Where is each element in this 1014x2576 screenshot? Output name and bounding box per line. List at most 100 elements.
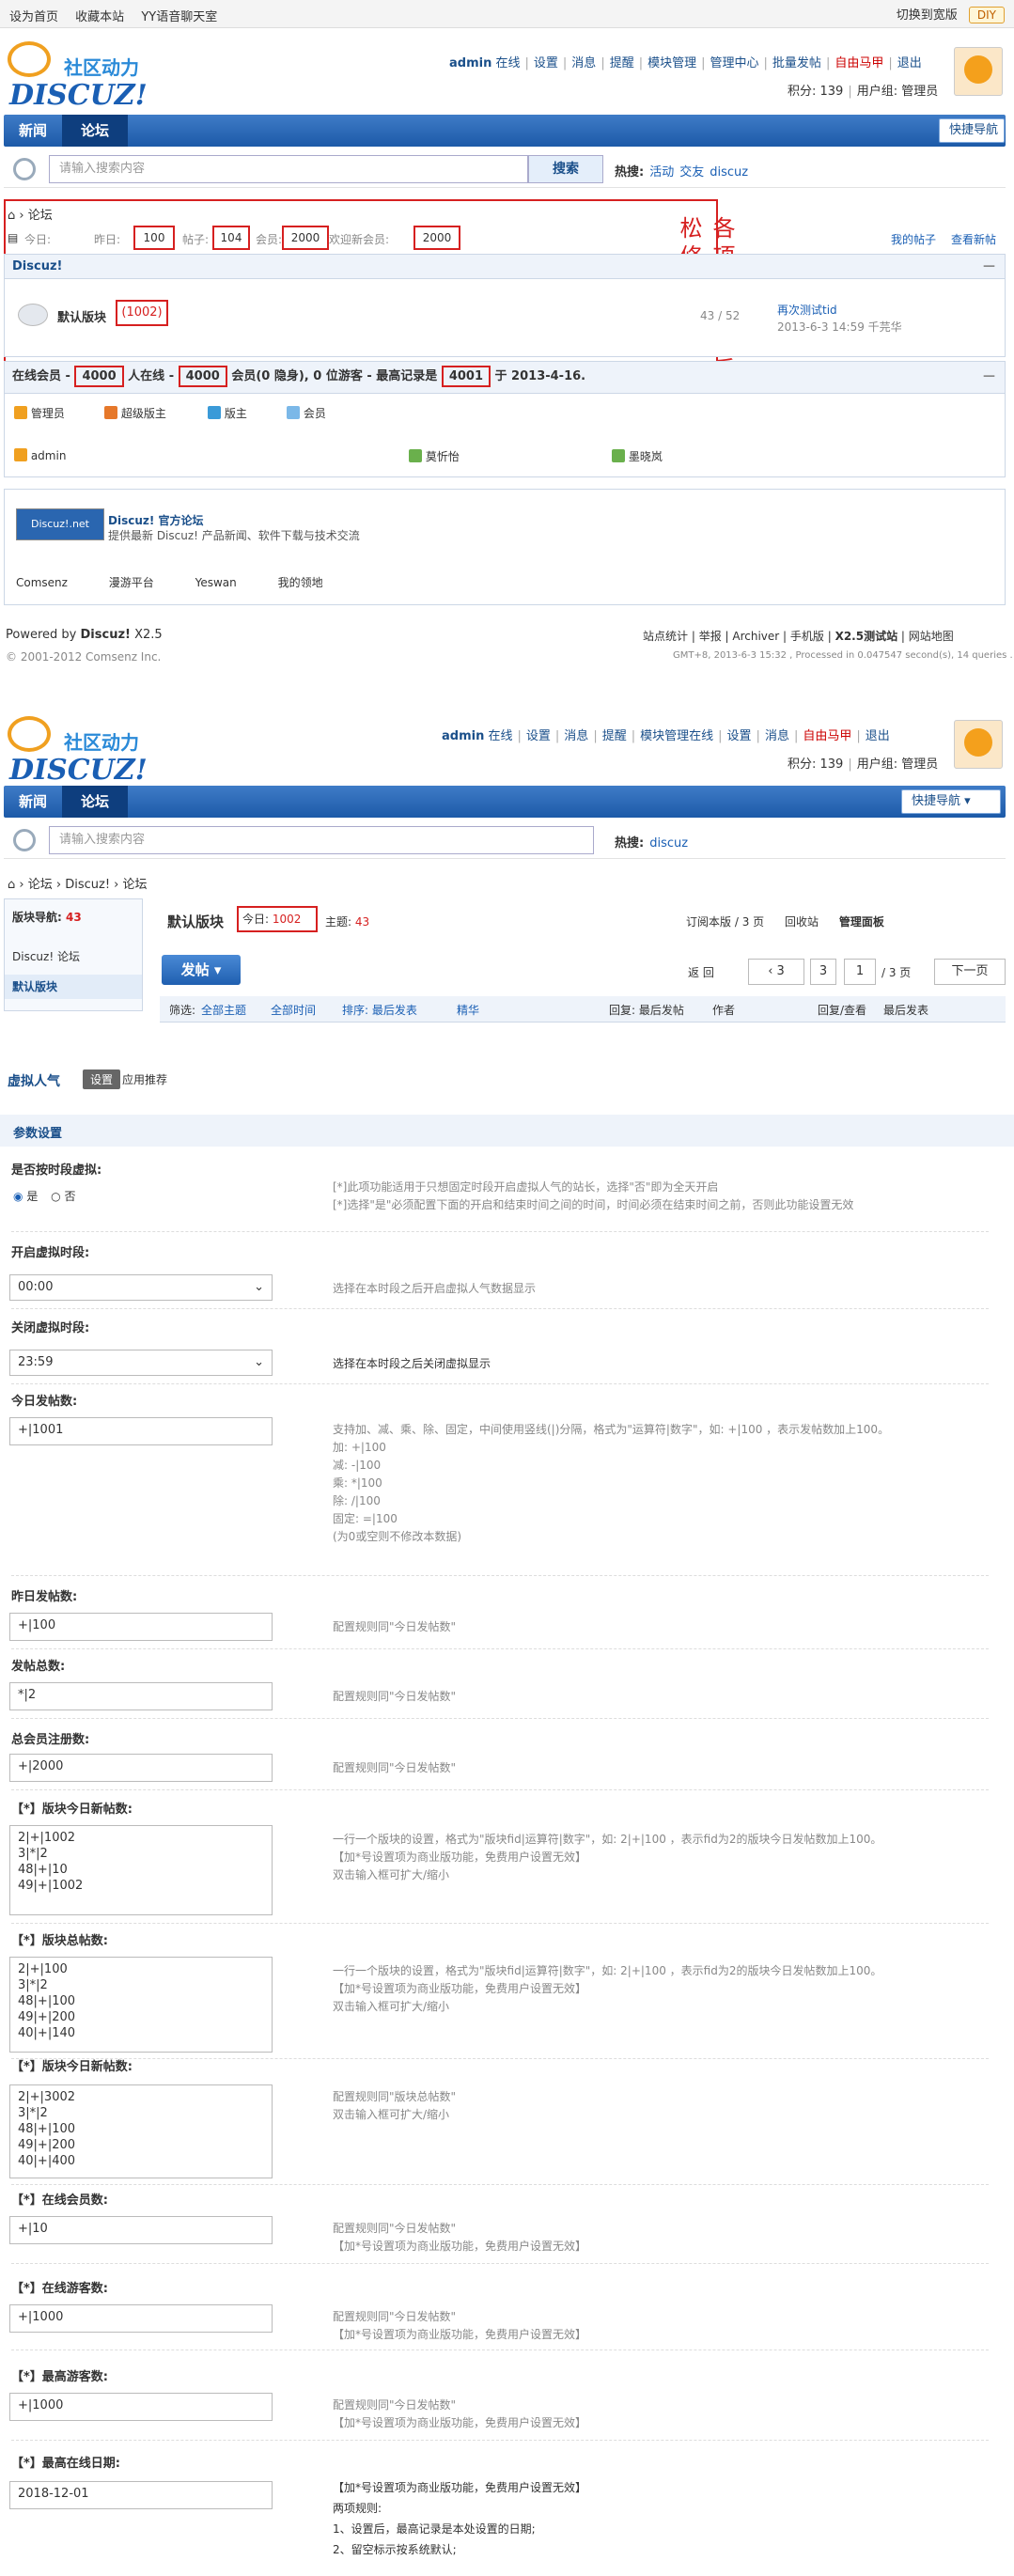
hot-item[interactable]: 交友 [679, 165, 704, 180]
f7-input[interactable]: +|2000 [9, 1754, 273, 1782]
top-link-fav[interactable]: 收藏本站 [75, 10, 124, 24]
page-input[interactable]: 1 [844, 959, 876, 985]
user-notify[interactable]: 提醒 [610, 56, 634, 70]
collapse-icon[interactable]: — [983, 362, 995, 392]
user-notify[interactable]: 提醒 [602, 729, 627, 743]
f1-no-radio[interactable]: ○ [51, 1190, 60, 1203]
breadcrumb-item[interactable]: 论坛 [123, 878, 148, 892]
tab-settings[interactable]: 设置 [83, 1069, 121, 1089]
power-dz[interactable]: Discuz! [81, 628, 131, 642]
quick-nav-button[interactable]: 快捷导航 ▾ [901, 789, 1001, 814]
col-reply[interactable]: 回复: 最后发帖 [609, 1002, 684, 1018]
diy-button[interactable]: DIY [968, 7, 1005, 23]
page-button[interactable]: ‹ 3 [748, 959, 804, 985]
search-input[interactable]: 请输入搜索内容 [49, 155, 528, 183]
nav-news[interactable]: 新闻 [4, 115, 62, 147]
filter-sort[interactable]: 排序: 最后发表 [342, 1002, 417, 1018]
user-settings[interactable]: 设置 [534, 56, 558, 70]
user-admin[interactable]: 管理中心 [710, 56, 759, 70]
footer-link[interactable]: Archiver [732, 630, 779, 643]
avatar[interactable] [954, 47, 1003, 96]
f6-input[interactable]: *|2 [9, 1682, 273, 1710]
last-post-title[interactable]: 再次测试tid [777, 302, 837, 318]
f3-select[interactable]: 23:59 ⌄ [9, 1350, 273, 1376]
link-title[interactable]: Discuz! 官方论坛 [108, 512, 204, 528]
f10-textarea[interactable]: 2|+|3002 3|*|2 48|+|100 49|+|200 40|+|40… [9, 2084, 273, 2178]
top-link-home[interactable]: 设为首页 [9, 10, 58, 24]
f13-input[interactable]: +|1000 [9, 2393, 273, 2421]
nav-forum[interactable]: 论坛 [62, 786, 128, 818]
search-input[interactable]: 请输入搜索内容 [49, 826, 594, 854]
page-3[interactable]: 3 [810, 959, 836, 985]
online-user[interactable]: admin [31, 449, 67, 462]
hot-item[interactable]: 活动 [649, 165, 674, 180]
user-batch[interactable]: 批量发帖 [772, 56, 821, 70]
collapse-icon[interactable]: — [983, 255, 995, 279]
user-settings[interactable]: 设置 [526, 729, 551, 743]
nav-forum[interactable]: 论坛 [62, 115, 128, 147]
f2-select[interactable]: 00:00 ⌄ [9, 1274, 273, 1301]
friend-link[interactable]: Yeswan [195, 576, 237, 589]
user-vest[interactable]: 自由马甲 [803, 729, 851, 743]
new-post-button[interactable]: 发帖 ▾ [162, 955, 241, 985]
home-icon[interactable]: ⌂ [8, 878, 15, 892]
user-name[interactable]: admin [442, 729, 484, 743]
hot-item[interactable]: discuz [649, 836, 688, 851]
f8-textarea[interactable]: 2|+|1002 3|*|2 48|+|10 49|+|1002 [9, 1825, 273, 1915]
footer-link[interactable]: X2.5测试站 [835, 630, 898, 643]
top-link-yy[interactable]: YY语音聊天室 [141, 10, 217, 24]
footer-link[interactable]: 手机版 [790, 630, 824, 643]
user-logout[interactable]: 退出 [866, 729, 890, 743]
friend-link[interactable]: 漫游平台 [109, 576, 154, 589]
nav-news[interactable]: 新闻 [4, 786, 62, 818]
tab-recommend[interactable]: 应用推荐 [122, 1071, 167, 1087]
online-user[interactable]: 墨晓岚 [629, 450, 663, 463]
new-posts-link[interactable]: 查看新帖 [951, 231, 996, 247]
manage-panel-button[interactable]: 管理面板 [839, 915, 884, 929]
user-logout[interactable]: 退出 [897, 56, 922, 70]
f4-input[interactable]: +|1001 [9, 1417, 273, 1445]
user-messages[interactable]: 消息 [564, 729, 588, 743]
f12-input[interactable]: +|1000 [9, 2304, 273, 2333]
recycle-button[interactable]: 回收站 [785, 915, 819, 929]
footer-link[interactable]: 举报 [699, 630, 722, 643]
site-logo[interactable]: 社区动力 DISCUZ! [4, 712, 192, 788]
quick-nav-button[interactable]: 快捷导航 [939, 118, 1005, 143]
search-button[interactable]: 搜索 [528, 155, 603, 183]
filter-digest[interactable]: 精华 [457, 1002, 479, 1018]
user-vest[interactable]: 自由马甲 [835, 56, 883, 70]
subscribe-button[interactable]: 订阅本版 [686, 915, 731, 929]
filter-time[interactable]: 全部时间 [271, 1002, 316, 1018]
back-link[interactable]: 返 回 [688, 964, 714, 980]
my-posts-link[interactable]: 我的帖子 [891, 231, 936, 247]
discuz-net-logo[interactable]: Discuz!.net [16, 508, 104, 540]
avatar[interactable] [954, 720, 1003, 769]
breadcrumb-item[interactable]: 论坛 [28, 878, 53, 892]
f5-input[interactable]: +|100 [9, 1613, 273, 1641]
breadcrumb-item[interactable]: Discuz! [65, 878, 110, 892]
f11-input[interactable]: +|10 [9, 2216, 273, 2244]
sidebar-item-discuz[interactable]: Discuz! 论坛 [12, 948, 80, 964]
board-name[interactable]: 默认版块 [57, 307, 106, 325]
friend-link[interactable]: Comsenz [16, 576, 68, 589]
footer-link[interactable]: 网站地图 [909, 630, 954, 643]
user-messages[interactable]: 消息 [765, 729, 789, 743]
user-modules[interactable]: 模块管理 [640, 729, 689, 743]
user-modules[interactable]: 模块管理 [647, 56, 696, 70]
filter-topics[interactable]: 全部主题 [201, 1002, 246, 1018]
site-logo[interactable]: 社区动力 DISCUZ! [4, 38, 192, 113]
user-messages[interactable]: 消息 [571, 56, 596, 70]
online-user[interactable]: 莫忻怡 [426, 450, 460, 463]
next-page-button[interactable]: 下一页 [934, 959, 1006, 985]
sidebar-item-default[interactable]: 默认版块 [5, 975, 142, 999]
f14-input[interactable]: 2018-12-01 [9, 2481, 273, 2509]
friend-link[interactable]: 我的领地 [278, 576, 323, 589]
hot-item[interactable]: discuz [710, 165, 748, 180]
footer-link[interactable]: 站点统计 [643, 630, 688, 643]
user-name[interactable]: admin [449, 56, 491, 70]
switch-wide-link[interactable]: 切换到宽版 [897, 8, 958, 23]
f1-yes-radio[interactable]: ◉ [13, 1190, 23, 1203]
f9-textarea[interactable]: 2|+|100 3|*|2 48|+|100 49|+|200 40|+|140 [9, 1957, 273, 2053]
user-settings[interactable]: 设置 [727, 729, 752, 743]
category-header[interactable]: Discuz! — [5, 255, 1005, 279]
